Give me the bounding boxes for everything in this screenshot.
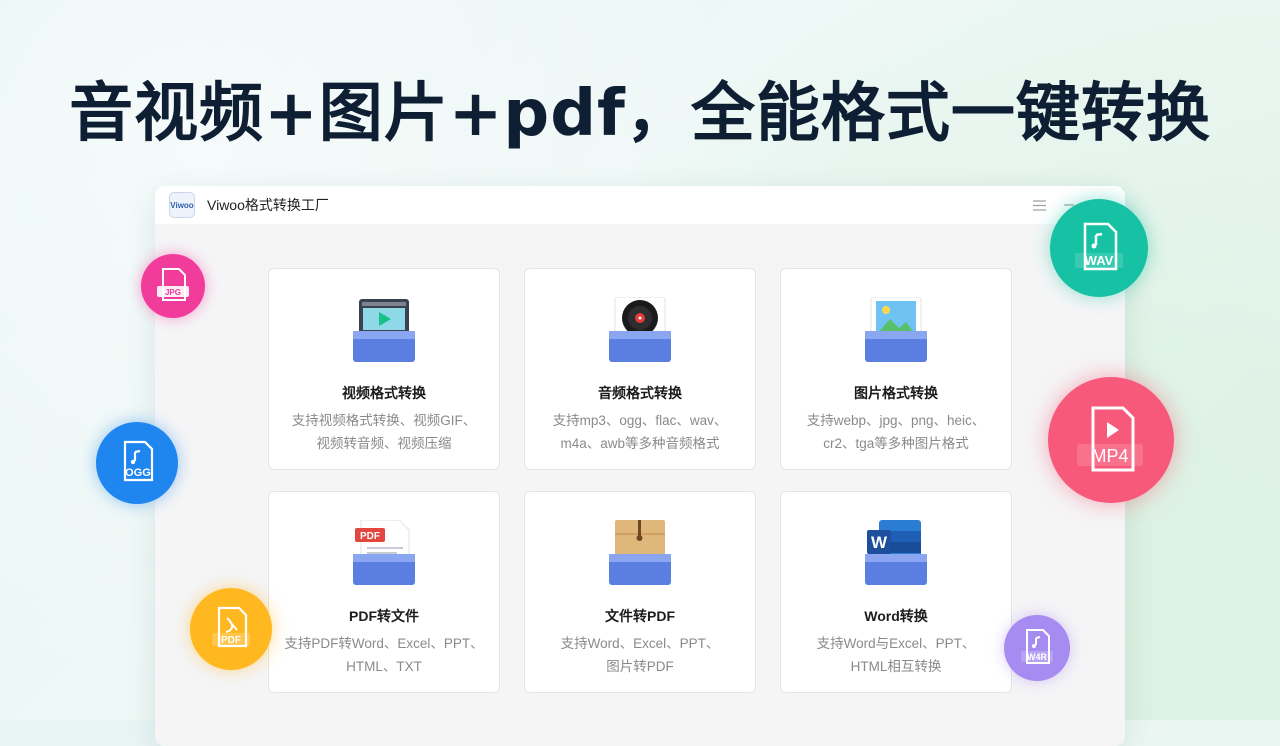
- card-audio-convert[interactable]: 音频格式转换 支持mp3、ogg、flac、wav、 m4a、awb等多种音频格…: [524, 268, 756, 470]
- card-title: 视频格式转换: [342, 385, 426, 401]
- card-desc-line: 支持mp3、ogg、flac、wav、: [552, 413, 728, 428]
- card-desc-line: m4a、awb等多种音频格式: [560, 436, 720, 451]
- mp4-file-badge-icon: MP4: [1048, 377, 1174, 503]
- card-desc-line: 支持PDF转Word、Excel、PPT、: [284, 636, 484, 651]
- card-title: Word转换: [864, 608, 928, 624]
- card-description: 支持Word、Excel、PPT、 图片转PDF: [539, 632, 741, 678]
- menu-icon[interactable]: [1031, 197, 1047, 213]
- headline: 音视频+图片+pdf，全能格式一键转换: [69, 77, 1211, 151]
- badge-label: OGG: [125, 467, 151, 479]
- ogg-file-badge-icon: OGG: [96, 422, 178, 504]
- card-description: 支持视频格式转换、视频GIF、 视频转音频、视频压缩: [283, 409, 485, 455]
- w4r-file-badge-icon: W4R: [1004, 615, 1070, 681]
- card-title: PDF转文件: [349, 608, 419, 624]
- pdf-icon-label: PDF: [360, 531, 380, 542]
- card-video-convert[interactable]: 视频格式转换 支持视频格式转换、视频GIF、 视频转音频、视频压缩: [268, 268, 500, 470]
- card-desc-line: 支持视频格式转换、视频GIF、: [291, 413, 477, 428]
- video-file-icon: [353, 299, 415, 362]
- card-desc-line: HTML相互转换: [850, 659, 942, 674]
- app-window: Viwoo Viwoo格式转换工厂 视频格式转换 支持视频格式转换、视频GIF、…: [155, 186, 1125, 746]
- word-file-icon: W: [865, 520, 927, 585]
- card-title: 音频格式转换: [598, 385, 682, 401]
- app-title: Viwoo格式转换工厂: [207, 197, 329, 213]
- envelope-file-icon: [609, 520, 671, 585]
- card-desc-line: 支持Word、Excel、PPT、: [560, 636, 720, 651]
- titlebar: Viwoo Viwoo格式转换工厂: [155, 186, 1125, 224]
- badge-label: WAV: [1085, 253, 1114, 268]
- card-image-convert[interactable]: 图片格式转换 支持webp、jpg、png、heic、 cr2、tga等多种图片…: [780, 268, 1012, 470]
- card-desc-line: 图片转PDF: [606, 659, 674, 674]
- audio-record-icon: [609, 297, 671, 362]
- badge-label: MP4: [1091, 446, 1128, 466]
- card-description: 支持mp3、ogg、flac、wav、 m4a、awb等多种音频格式: [539, 409, 741, 455]
- card-desc-line: 支持Word与Excel、PPT、: [816, 636, 976, 651]
- card-file-to-pdf[interactable]: 文件转PDF 支持Word、Excel、PPT、 图片转PDF: [524, 491, 756, 693]
- badge-label: PDF: [221, 635, 241, 646]
- jpg-file-badge-icon: JPG: [141, 254, 205, 318]
- card-desc-line: HTML、TXT: [346, 659, 422, 674]
- wav-file-badge-icon: WAV: [1050, 199, 1148, 297]
- card-word-convert[interactable]: W Word转换 支持Word与Excel、PPT、 HTML相互转换: [780, 491, 1012, 693]
- badge-label: JPG: [165, 288, 181, 297]
- pdf-file-badge-icon: PDF: [190, 588, 272, 670]
- card-description: 支持Word与Excel、PPT、 HTML相互转换: [795, 632, 997, 678]
- card-title: 图片格式转换: [854, 385, 938, 401]
- card-description: 支持PDF转Word、Excel、PPT、 HTML、TXT: [283, 632, 485, 678]
- app-logo-icon: Viwoo: [169, 192, 195, 218]
- card-pdf-to-file[interactable]: PDF PDF转文件 支持PDF转Word、Excel、PPT、 HTML、TX…: [268, 491, 500, 693]
- card-desc-line: 支持webp、jpg、png、heic、: [806, 413, 986, 428]
- badge-label: W4R: [1027, 652, 1048, 662]
- card-desc-line: cr2、tga等多种图片格式: [823, 436, 969, 451]
- image-file-icon: [865, 297, 927, 362]
- card-title: 文件转PDF: [605, 608, 675, 624]
- pdf-file-icon: PDF: [353, 520, 415, 585]
- card-desc-line: 视频转音频、视频压缩: [316, 436, 452, 451]
- card-description: 支持webp、jpg、png、heic、 cr2、tga等多种图片格式: [795, 409, 997, 455]
- word-icon-label: W: [871, 533, 888, 552]
